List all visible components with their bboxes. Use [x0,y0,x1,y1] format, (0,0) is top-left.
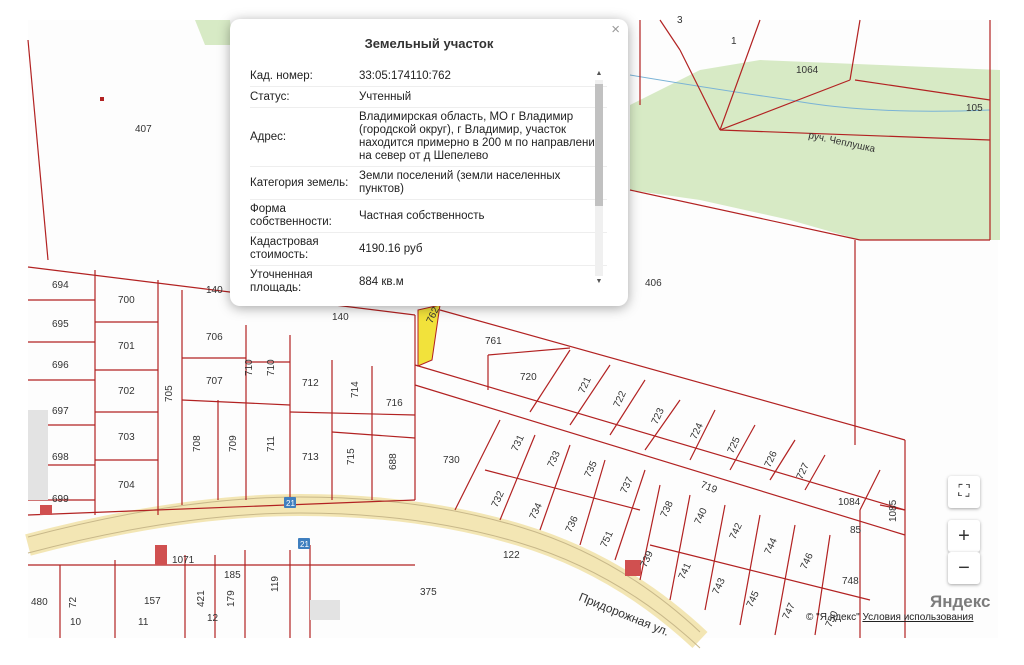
lot-number-label: 1071 [172,555,195,566]
lot-number-label: 712 [302,378,319,389]
row-key: Статус: [250,90,290,103]
lot-number-label: 157 [144,596,161,607]
lot-number-label: 1064 [796,65,819,76]
lot-number-label: 105 [966,103,983,114]
scroll-thumb[interactable] [595,84,603,206]
lot-number-label: 140 [206,285,223,296]
lot-number-label: 375 [420,587,437,598]
lot-number-label: 695 [52,319,69,330]
zoom-out-button[interactable]: − [948,552,980,584]
row-value: 4190.16 руб [359,242,423,255]
row-land-category: Категория земель: Земли поселений (земли … [250,167,607,200]
row-key: Кадастровая стоимость: [250,236,319,261]
lot-number-label: 702 [118,386,135,397]
row-value: Земли поселений (земли населенных пункто… [359,170,561,195]
lot-number-label: 710 [244,359,255,376]
lot-number-label: 730 [443,455,460,466]
lot-number-label: 140 [332,312,349,323]
yandex-logo: Яндекс [930,592,991,611]
row-cadastral-value: Кадастровая стоимость: 4190.16 руб [250,233,607,266]
lot-number-label: 706 [206,332,223,343]
zoom-in-button[interactable]: + [948,520,980,552]
popup-table: Кад. номер: 33:05:174110:762 Статус: Учтен… [250,66,607,292]
lot-number-label: 748 [842,576,859,587]
row-status: Статус: Учтенный [250,87,607,108]
row-area: Уточненная площадь: 884 кв.м [250,266,607,292]
terms-link[interactable]: Условия использования [862,612,973,623]
row-value: Учтенный [359,90,412,103]
lot-number-label: 700 [118,295,135,306]
lot-number-label: 716 [386,398,403,409]
lot-number-label: 85 [850,525,862,536]
lot-number-label: 703 [118,432,135,443]
lot-number-label: 480 [31,597,48,608]
row-key: Уточненная площадь: [250,269,313,292]
lot-number-label: 761 [485,336,502,347]
lot-number-label: 11 [138,617,149,628]
svg-text:21: 21 [300,540,309,549]
lot-number-label: 421 [196,590,207,607]
lot-number-label: 185 [224,570,241,581]
row-value: Частная собственность [359,209,485,222]
lot-number-label: 1085 [888,499,899,522]
copyright-text: © "Я ндекс" [806,612,860,623]
attribution: © "Я ндекс" Условия использования [806,612,973,623]
lot-number-label: 122 [503,550,520,561]
lot-number-label: 710 [266,359,277,376]
lot-number-label: 406 [645,278,662,289]
lot-number-label: 715 [346,448,357,465]
lot-number-label: 12 [207,613,219,624]
row-ownership: Форма собственности: Частная собственност… [250,200,607,233]
lot-number-label: 704 [118,480,135,491]
lot-number-label: 407 [135,124,152,135]
svg-text:21: 21 [286,499,295,508]
scroll-down-icon[interactable]: ▼ [593,278,605,285]
lot-number-label: 720 [520,372,537,383]
lot-number-label: 708 [192,435,203,452]
lot-number-label: 688 [388,453,399,470]
row-address: Адрес: Владимирская область, МО г Владими… [250,108,607,167]
lot-number-label: 699 [52,494,69,505]
fullscreen-button[interactable]: ⛶ [948,476,980,508]
lot-number-label: 714 [350,381,361,398]
row-value: Владимирская область, МО г Владимир (гор… [359,111,604,162]
row-value: 33:05:174110:762 [359,69,451,82]
lot-number-label: 10 [70,617,82,628]
popup-scrollbar[interactable]: ▲ ▼ [593,70,605,290]
row-key: Кад. номер: [250,69,313,82]
row-key: Категория земель: [250,176,349,189]
lot-number-label: 711 [266,436,277,452]
lot-number-label: 707 [206,376,223,387]
row-value: 884 кв.м [359,275,404,288]
lot-number-label: 119 [270,576,281,592]
lot-number-label: 1084 [838,497,861,508]
lot-number-label: 698 [52,452,69,463]
parcel-info-popup: × Земельный участок Кад. номер: 33:05:174… [230,19,628,306]
lot-number-label: 697 [52,406,69,417]
popup-title: Земельный участок [364,36,494,51]
lot-number-label: 3 [677,15,683,26]
row-cadastral-number: Кад. номер: 33:05:174110:762 [250,66,607,87]
lot-number-label: 713 [302,452,319,463]
lot-number-label: 696 [52,360,69,371]
lot-number-label: 709 [228,435,239,452]
lot-number-label: 1 [731,36,737,47]
row-key: Адрес: [250,130,287,143]
lot-number-label: 72 [68,596,79,608]
row-key: Форма собственности: [250,203,332,228]
lot-number-label: 701 [118,341,135,352]
scroll-up-icon[interactable]: ▲ [593,70,605,77]
lot-number-label: 694 [52,280,69,291]
lot-number-label: 705 [164,385,175,402]
lot-number-label: 179 [226,590,237,607]
